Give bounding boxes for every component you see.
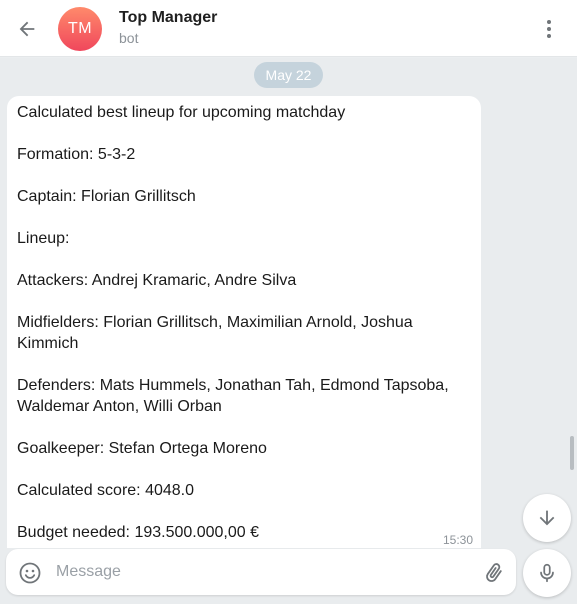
arrow-left-icon <box>19 21 35 37</box>
message-line-goalkeeper: Goalkeeper: Stefan Ortega Moreno <box>17 440 267 457</box>
message-bubble[interactable]: Calculated best lineup for upcoming matc… <box>7 96 481 548</box>
avatar-initials: TM <box>67 20 93 37</box>
emoji-button[interactable] <box>18 561 42 585</box>
chat-header: TM Top Manager bot <box>0 0 577 57</box>
more-vertical-icon <box>547 20 551 38</box>
chat-subtitle: bot <box>119 30 139 46</box>
arrow-down-icon <box>539 510 555 526</box>
message-composer <box>6 549 516 595</box>
scrollbar-thumb[interactable] <box>570 436 574 470</box>
message-line-intro: Calculated best lineup for upcoming matc… <box>17 104 346 121</box>
smile-icon <box>19 562 41 584</box>
scroll-down-button[interactable] <box>523 494 571 542</box>
date-separator: May 22 <box>254 62 323 88</box>
message-line-budget: Budget needed: 193.500.000,00 € <box>17 524 259 541</box>
attach-button[interactable] <box>482 561 506 585</box>
message-time: 15:30 <box>442 533 473 547</box>
message-line-lineup: Lineup: <box>17 230 70 247</box>
message-line-formation: Formation: 5-3-2 <box>17 146 136 163</box>
message-line-midfielders-cont: Kimmich <box>17 335 79 352</box>
paperclip-icon <box>486 563 502 582</box>
message-line-defenders: Defenders: Mats Hummels, Jonathan Tah, E… <box>17 377 449 394</box>
message-line-captain: Captain: Florian Grillitsch <box>17 188 196 205</box>
message-input[interactable] <box>56 558 466 586</box>
microphone-icon <box>540 563 554 583</box>
message-line-midfielders: Midfielders: Florian Grillitsch, Maximil… <box>17 314 413 331</box>
message-line-defenders-cont: Waldemar Anton, Willi Orban <box>17 398 222 415</box>
message-line-score: Calculated score: 4048.0 <box>17 482 194 499</box>
message-line-attackers: Attackers: Andrej Kramaric, Andre Silva <box>17 272 297 289</box>
back-button[interactable] <box>14 16 40 42</box>
voice-record-button[interactable] <box>523 549 571 597</box>
avatar[interactable]: TM <box>58 7 102 51</box>
chat-title[interactable]: Top Manager <box>119 9 217 27</box>
more-menu-button[interactable] <box>539 16 559 42</box>
